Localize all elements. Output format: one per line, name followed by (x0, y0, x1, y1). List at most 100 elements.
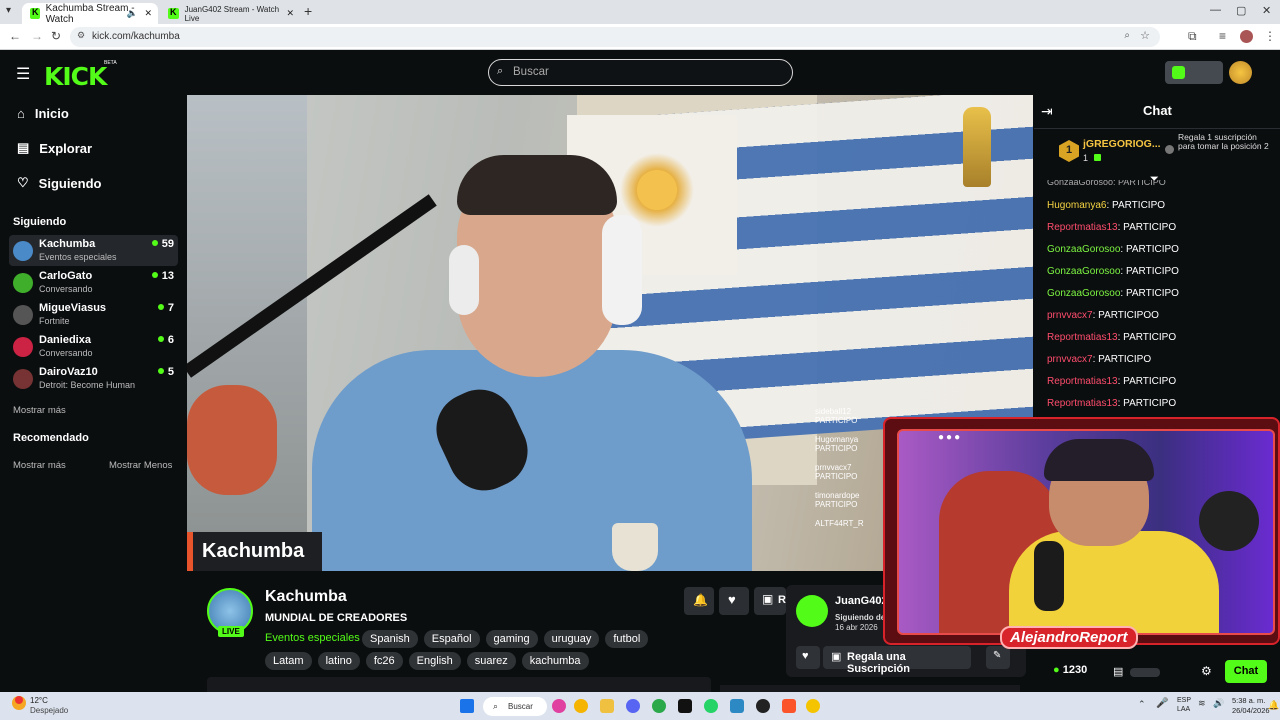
app-icon[interactable] (806, 699, 820, 713)
obs-icon[interactable] (756, 699, 770, 713)
chat-username[interactable]: Reportmatias13 (1047, 332, 1118, 343)
channel-item[interactable]: DairoVaz10 Detroit: Become Human 5 (9, 363, 178, 394)
stream-category[interactable]: Eventos especiales (265, 632, 360, 644)
nav-explorar[interactable]: ▤ Explorar (17, 140, 92, 156)
kick-logo[interactable]: KICK (44, 62, 107, 91)
user-avatar[interactable] (1229, 61, 1252, 84)
profile-avatar[interactable] (1240, 30, 1253, 43)
notes-icon[interactable] (730, 699, 744, 713)
browser-tab-juang402[interactable]: JuanG402 Stream - Watch Live ✕ (160, 3, 300, 24)
whatsapp-icon[interactable] (704, 699, 718, 713)
tag-pill[interactable]: Español (423, 630, 480, 648)
chat-username[interactable]: GonzaaGorosoo (1047, 288, 1120, 299)
filter-icon[interactable]: ⏷ (1150, 173, 1159, 186)
channel-item[interactable]: MigueViasus Fortnite 7 (9, 299, 178, 330)
pip-webcam-overlay[interactable]: ●●● AlejandroReport (883, 417, 1280, 649)
audio-icon[interactable]: 🔈 (127, 8, 138, 19)
url-field[interactable]: ⚙ kick.com/kachumba ⌕ ☆ (70, 27, 1160, 47)
wifi-icon[interactable]: ≋ (1198, 698, 1206, 709)
extensions-icon[interactable]: ⧉ (1188, 29, 1197, 44)
popup-more-button[interactable]: ✎ (986, 646, 1010, 669)
nav-siguiendo[interactable]: ♡ Siguiendo (17, 175, 102, 191)
store-icon[interactable]: ▤ (1113, 665, 1123, 678)
popup-follow-button[interactable]: ♥ (796, 646, 820, 669)
nav-inicio[interactable]: ⌂ Inicio (17, 106, 69, 121)
tab-close-icon[interactable]: ✕ (286, 8, 294, 19)
reading-list-icon[interactable]: ≡ (1219, 29, 1226, 43)
browser-tab-kachumba[interactable]: Kachumba Stream - Watch 🔈 ✕ (22, 3, 158, 25)
language-code[interactable]: ESP (1177, 697, 1191, 704)
app-icon[interactable] (652, 699, 666, 713)
chat-username[interactable]: prnvvacx7 (1047, 310, 1093, 321)
kick-app-icon[interactable] (678, 699, 692, 713)
tray-chevron-icon[interactable]: ⌃ (1138, 699, 1146, 710)
tag-pill[interactable]: fc26 (365, 652, 403, 670)
chat-text: PARTICIPOO (1098, 310, 1159, 321)
reload-icon[interactable]: ↻ (51, 29, 61, 43)
zoom-icon[interactable]: ⌕ (1124, 30, 1130, 41)
points-display[interactable]: ● 1230 (1053, 664, 1087, 676)
maximize-icon[interactable]: ▢ (1236, 4, 1246, 17)
tag-pill[interactable]: suarez (466, 652, 516, 670)
chat-username[interactable]: Hugomanya6 (1047, 200, 1106, 211)
bookmark-star-icon[interactable]: ☆ (1140, 29, 1150, 42)
send-chat-button[interactable]: Chat (1225, 660, 1267, 683)
discord-icon[interactable] (626, 699, 640, 713)
gift-icon: ▣ (762, 592, 774, 606)
chat-username[interactable]: Reportmatias13 (1047, 398, 1118, 409)
chat-username[interactable]: prnvvacx7 (1047, 354, 1093, 365)
kick-points-button[interactable] (1165, 61, 1223, 84)
channel-item[interactable]: Kachumba Eventos especiales 59 (9, 235, 178, 266)
tag-pill[interactable]: uruguay (543, 630, 600, 648)
collapse-chat-icon[interactable]: ⇥ (1041, 103, 1053, 120)
chat-username[interactable]: Reportmatias13 (1047, 222, 1118, 233)
brave-icon[interactable] (782, 699, 796, 713)
forward-icon[interactable]: → (31, 29, 43, 43)
show-more-link[interactable]: Mostrar más (13, 405, 66, 416)
tag-pill[interactable]: futbol (605, 630, 649, 648)
taskbar-search[interactable]: ⌕ Buscar (483, 697, 547, 716)
tag-pill[interactable]: gaming (485, 630, 538, 648)
tag-pill[interactable]: English (408, 652, 461, 670)
file-explorer-icon[interactable] (600, 699, 614, 713)
tag-pill[interactable]: kachumba (521, 652, 589, 670)
notifications-icon[interactable]: 🔔 (1268, 700, 1279, 711)
notification-button[interactable]: 🔔 (684, 587, 714, 615)
gift-sub-button[interactable]: ▣ R (754, 587, 786, 615)
site-settings-icon[interactable]: ⚙ (77, 30, 85, 41)
clock-date[interactable]: 26/04/2026 (1232, 706, 1270, 715)
leaderboard-name[interactable]: jGREGORIOG... (1083, 138, 1161, 150)
search-input[interactable]: ⌕ Buscar (488, 59, 793, 86)
clock-time[interactable]: 5:38 a. m. (1232, 696, 1265, 705)
tag-pill[interactable]: Latam (265, 652, 312, 670)
minimize-icon[interactable]: — (1210, 4, 1221, 16)
weather-temp: 12°C (30, 696, 48, 705)
windows-start-icon[interactable] (460, 699, 474, 713)
show-less-link[interactable]: Mostrar Menos (109, 460, 172, 471)
language-layout[interactable]: LAA (1177, 706, 1190, 713)
popup-username[interactable]: JuanG402 (835, 595, 888, 607)
mic-icon[interactable]: 🎤 (1156, 698, 1168, 709)
hamburger-menu-icon[interactable]: ☰ (16, 64, 30, 84)
show-more-recommended-link[interactable]: Mostrar más (13, 460, 66, 471)
chat-settings-icon[interactable]: ⚙ (1201, 664, 1212, 678)
new-tab-icon[interactable]: + (304, 3, 312, 19)
copilot-icon[interactable] (552, 699, 566, 713)
follow-button[interactable]: ♥ (719, 587, 749, 615)
browser-menu-icon[interactable]: ⋮ (1264, 29, 1276, 43)
chat-username[interactable]: GonzaaGorosoo (1047, 244, 1120, 255)
gift-subscription-button[interactable]: ▣ Regala una Suscripción (823, 646, 971, 675)
tag-pill[interactable]: Spanish (362, 630, 418, 648)
chrome-icon[interactable] (574, 699, 588, 713)
close-window-icon[interactable]: ✕ (1262, 4, 1271, 17)
channel-item[interactable]: Daniedixa Conversando 6 (9, 331, 178, 362)
channel-item[interactable]: CarloGato Conversando 13 (9, 267, 178, 298)
chat-username[interactable]: GonzaaGorosoo (1047, 266, 1120, 277)
tab-close-icon[interactable]: ✕ (144, 8, 152, 19)
tab-list-icon[interactable]: ▾ (6, 5, 11, 16)
volume-icon[interactable]: 🔊 (1213, 698, 1224, 709)
channel-name[interactable]: Kachumba (265, 588, 347, 606)
chat-username[interactable]: Reportmatias13 (1047, 376, 1118, 387)
back-icon[interactable]: ← (9, 29, 21, 43)
tag-pill[interactable]: latino (317, 652, 360, 670)
